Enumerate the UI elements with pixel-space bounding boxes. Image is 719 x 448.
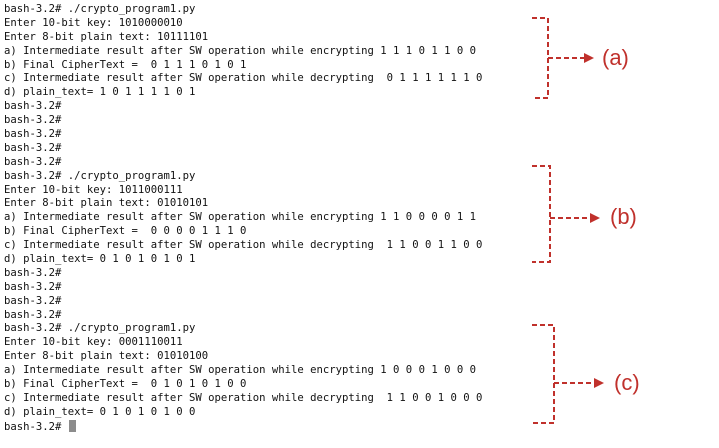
terminal-line: a) Intermediate result after SW operatio… (4, 45, 549, 59)
terminal-line-text: bash-3.2# (4, 100, 62, 113)
terminal-line: Enter 10-bit key: 1010000010 (4, 17, 549, 31)
terminal-line: c) Intermediate result after SW operatio… (4, 392, 549, 406)
terminal-line: bash-3.2# (4, 267, 549, 281)
terminal-line: bash-3.2# (4, 114, 549, 128)
terminal-line-text: bash-3.2# (4, 155, 62, 168)
terminal-line-text: bash-3.2# (4, 266, 62, 279)
terminal-line-text: a) Intermediate result after SW operatio… (4, 364, 476, 377)
terminal-line-text: Enter 8-bit plain text: 01010101 (4, 197, 209, 210)
terminal-line-text: bash-3.2# ./crypto_program1.py (4, 322, 196, 335)
terminal-line: bash-3.2# (4, 295, 549, 309)
bracket-arrow-c-icon (532, 324, 604, 424)
terminal-line: d) plain_text= 0 1 0 1 0 1 0 1 (4, 253, 549, 267)
terminal-line: d) plain_text= 0 1 0 1 0 1 0 0 (4, 406, 549, 420)
terminal-line-text: bash-3.2# (4, 420, 62, 433)
terminal-line: bash-3.2# (4, 419, 549, 434)
terminal-line: Enter 8-bit plain text: 01010101 (4, 197, 549, 211)
terminal-line-text: c) Intermediate result after SW operatio… (4, 391, 483, 404)
terminal-line: bash-3.2# (4, 100, 549, 114)
terminal-line: Enter 8-bit plain text: 01010100 (4, 350, 549, 364)
terminal-line-text: a) Intermediate result after SW operatio… (4, 211, 476, 224)
terminal-line: Enter 8-bit plain text: 10111101 (4, 31, 549, 45)
terminal-line: Enter 10-bit key: 1011000111 (4, 184, 549, 198)
terminal-line: bash-3.2# ./crypto_program1.py (4, 322, 549, 336)
terminal-line-text: d) plain_text= 1 0 1 1 1 1 0 1 (4, 86, 196, 99)
terminal-line-text: Enter 10-bit key: 1011000111 (4, 183, 183, 196)
terminal-line: Enter 10-bit key: 0001110011 (4, 336, 549, 350)
terminal-line-text: c) Intermediate result after SW operatio… (4, 72, 483, 85)
annotation-c: (c) (528, 323, 718, 427)
terminal-line-text: Enter 10-bit key: 0001110011 (4, 336, 183, 349)
terminal-line: c) Intermediate result after SW operatio… (4, 72, 549, 86)
annotation-label-c: (c) (614, 370, 640, 395)
terminal-line-text: bash-3.2# (4, 308, 62, 321)
terminal-line-text: bash-3.2# (4, 280, 62, 293)
terminal-line-text: bash-3.2# (4, 294, 62, 307)
terminal-line: bash-3.2# (4, 156, 549, 170)
bracket-arrow-b-icon (532, 165, 600, 263)
terminal-cursor (68, 419, 76, 432)
terminal-line-text: c) Intermediate result after SW operatio… (4, 239, 483, 252)
terminal-line-text: bash-3.2# ./crypto_program1.py (4, 3, 196, 15)
terminal-line: bash-3.2# (4, 309, 549, 323)
terminal-line-text: bash-3.2# (4, 141, 62, 154)
terminal-line: bash-3.2# ./crypto_program1.py (4, 3, 549, 17)
terminal-line-text: b) Final CipherText = 0 1 0 1 0 1 0 0 (4, 378, 247, 391)
terminal-line-text: bash-3.2# ./crypto_program1.py (4, 169, 196, 182)
terminal-line: b) Final CipherText = 0 0 0 0 1 1 1 0 (4, 225, 549, 239)
terminal-line: b) Final CipherText = 0 1 1 1 0 1 0 1 (4, 59, 549, 73)
terminal-line: a) Intermediate result after SW operatio… (4, 211, 549, 225)
annotation-a: (a) (528, 16, 718, 102)
terminal-line-text: Enter 10-bit key: 1010000010 (4, 16, 183, 29)
terminal-line-text: Enter 8-bit plain text: 01010100 (4, 350, 209, 363)
terminal-line-text: a) Intermediate result after SW operatio… (4, 44, 476, 57)
terminal-line: bash-3.2# ./crypto_program1.py (4, 170, 549, 184)
terminal-line-text: b) Final CipherText = 0 0 0 0 1 1 1 0 (4, 225, 247, 238)
terminal-line: bash-3.2# (4, 281, 549, 295)
terminal-line: b) Final CipherText = 0 1 0 1 0 1 0 0 (4, 378, 549, 392)
terminal-line-text: d) plain_text= 0 1 0 1 0 1 0 1 (4, 253, 196, 266)
terminal-line: bash-3.2# (4, 128, 549, 142)
annotation-b: (b) (528, 164, 718, 266)
terminal-line-text: bash-3.2# (4, 114, 62, 127)
terminal-line: bash-3.2# (4, 142, 549, 156)
terminal-output[interactable]: bash-3.2# ./crypto_program1.py Enter 10-b… (4, 3, 549, 434)
terminal-line: a) Intermediate result after SW operatio… (4, 364, 549, 378)
terminal-line-text: b) Final CipherText = 0 1 1 1 0 1 0 1 (4, 58, 247, 71)
terminal-line-text: bash-3.2# (4, 128, 62, 141)
terminal-line: d) plain_text= 1 0 1 1 1 1 0 1 (4, 86, 549, 100)
terminal-line-text: d) plain_text= 0 1 0 1 0 1 0 0 (4, 405, 196, 418)
terminal-line-text: Enter 8-bit plain text: 10111101 (4, 30, 209, 43)
terminal-line: c) Intermediate result after SW operatio… (4, 239, 549, 253)
annotation-label-a: (a) (602, 45, 629, 70)
annotation-label-b: (b) (610, 204, 637, 229)
